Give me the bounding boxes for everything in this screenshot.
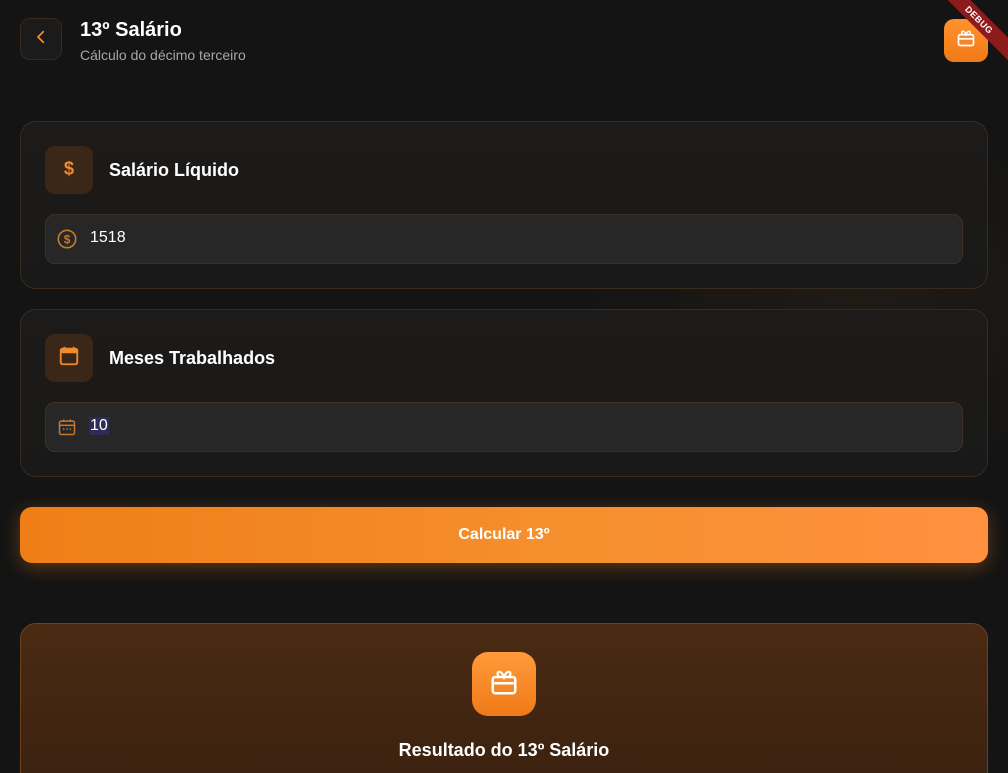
salary-card-title: Salário Líquido <box>109 160 240 180</box>
svg-text:$: $ <box>64 233 71 247</box>
page-title: 13º Salário <box>80 19 182 41</box>
salary-input[interactable]: $ 1518 <box>45 214 963 264</box>
salary-card: $ Salário Líquido $ 1518 <box>20 121 988 289</box>
dollar-icon: $ <box>58 157 80 184</box>
months-card-title: Meses Trabalhados <box>109 348 276 368</box>
months-card: Meses Trabalhados 10 <box>20 309 988 477</box>
svg-text:$: $ <box>64 157 74 178</box>
result-card: Resultado do 13º Salário <box>20 623 988 773</box>
months-input[interactable]: 10 <box>45 402 963 452</box>
calendar-icon <box>58 345 80 372</box>
gift-icon <box>489 667 519 702</box>
salary-card-icon: $ <box>45 146 93 194</box>
result-title: Resultado do 13º Salário <box>398 740 610 760</box>
months-card-icon <box>45 334 93 382</box>
months-input-value: 10 <box>89 417 109 435</box>
coin-icon: $ <box>56 228 78 250</box>
page-subtitle: Cálculo do décimo terceiro <box>80 47 246 63</box>
chevron-left-icon <box>32 28 50 51</box>
calendar-small-icon <box>56 416 78 438</box>
gift-icon <box>956 28 976 53</box>
calculate-button[interactable]: Calcular 13º <box>20 507 988 563</box>
app-header: 13º Salário Cálculo do décimo terceiro <box>20 18 988 64</box>
result-icon-box <box>472 652 536 716</box>
back-button[interactable] <box>20 18 62 60</box>
salary-input-value: 1518 <box>90 229 126 246</box>
